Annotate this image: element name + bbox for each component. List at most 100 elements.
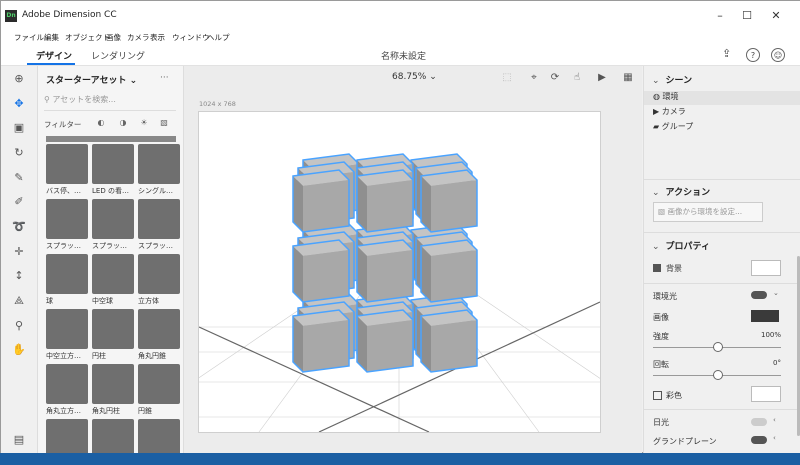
menu-view[interactable]: 表示 bbox=[150, 32, 165, 43]
filter-light-icon[interactable]: ☀ bbox=[139, 118, 149, 128]
cube-object[interactable] bbox=[420, 239, 478, 303]
asset-item[interactable] bbox=[46, 419, 88, 454]
assets-panel-title[interactable]: スターターアセット ⌄ bbox=[46, 73, 137, 86]
select-icon[interactable]: ✥ bbox=[10, 95, 28, 113]
asset-item[interactable]: シングル… bbox=[138, 144, 180, 196]
properties-section-header[interactable]: ⌄ プロパティ bbox=[644, 239, 800, 252]
scene-item-environment[interactable]: ◍ 環境 bbox=[644, 91, 800, 105]
camera-bookmark-icon[interactable]: ⌖ bbox=[527, 71, 541, 85]
scale-icon[interactable]: ↕ bbox=[10, 267, 28, 285]
cube-object[interactable] bbox=[420, 169, 478, 233]
zoom-icon[interactable]: ⚲ bbox=[10, 317, 28, 335]
background-color-swatch[interactable] bbox=[751, 260, 781, 276]
add-icon[interactable]: ⊕ bbox=[10, 70, 28, 88]
asset-item[interactable]: スプラッ… bbox=[46, 199, 88, 251]
cube-object[interactable] bbox=[420, 309, 478, 373]
tint-checkbox[interactable] bbox=[653, 391, 662, 400]
menu-help[interactable]: ヘルプ bbox=[207, 32, 230, 43]
actions-section-header[interactable]: ⌄ アクション bbox=[644, 185, 800, 198]
tab-design[interactable]: デザイン bbox=[36, 49, 72, 62]
camera-pan-icon[interactable]: ☝ bbox=[570, 71, 584, 85]
asset-item[interactable]: 角丸円錐 bbox=[138, 309, 180, 361]
menu-object[interactable]: オブジェクト bbox=[65, 32, 110, 43]
asset-item[interactable]: 円錐 bbox=[138, 364, 180, 416]
asset-item[interactable]: 中空球 bbox=[92, 254, 134, 306]
camera-orbit-icon[interactable]: ⟳ bbox=[548, 71, 562, 85]
filter-image-icon[interactable]: ▧ bbox=[159, 118, 169, 128]
asset-item[interactable]: バス停、… bbox=[46, 144, 88, 196]
asset-item[interactable]: スプラッ… bbox=[92, 199, 134, 251]
camera-dolly-icon[interactable]: ▶ bbox=[595, 71, 609, 85]
orbit-icon[interactable]: ↻ bbox=[10, 144, 28, 162]
environment-image-thumbnail[interactable] bbox=[751, 310, 779, 322]
cube-object[interactable] bbox=[292, 169, 350, 233]
canvas-size-label: 1024 x 768 bbox=[199, 100, 236, 108]
tint-color-swatch[interactable] bbox=[751, 386, 781, 402]
menu-camera[interactable]: カメラ bbox=[127, 32, 150, 43]
scene-canvas[interactable] bbox=[198, 111, 601, 433]
more-icon[interactable]: ··· bbox=[160, 73, 169, 83]
cube-object[interactable] bbox=[292, 309, 350, 373]
help-icon[interactable]: ? bbox=[746, 48, 760, 62]
perspective-icon[interactable]: ⟁ bbox=[10, 292, 28, 310]
active-tab-indicator bbox=[27, 63, 75, 65]
filter-material-icon[interactable]: ◑ bbox=[118, 118, 128, 128]
chevron-left-icon[interactable]: ‹ bbox=[773, 434, 776, 442]
asset-item[interactable]: 角丸立方… bbox=[46, 364, 88, 416]
minimize-button[interactable]: – bbox=[707, 7, 733, 25]
asset-thumbnail bbox=[138, 364, 180, 404]
asset-thumbnail bbox=[138, 419, 180, 454]
scene-item-camera[interactable]: ▶ カメラ bbox=[644, 106, 800, 120]
asset-label: 角丸円錐 bbox=[138, 352, 166, 360]
env-light-toggle[interactable] bbox=[751, 291, 767, 299]
archive-icon[interactable]: ▤ bbox=[10, 431, 28, 449]
feedback-icon[interactable]: ☺ bbox=[771, 48, 785, 62]
close-button[interactable]: ✕ bbox=[763, 7, 789, 25]
cube-object[interactable] bbox=[356, 169, 414, 233]
fit-icon[interactable]: ⬚ bbox=[500, 71, 514, 85]
tool-bar: ⊕ ✥ ▣ ↻ ✎ ✐ ➰ ✛ ↕ ⟁ ⚲ ✋ ▤ bbox=[1, 66, 38, 454]
chevron-down-icon[interactable]: ⌄ bbox=[773, 289, 779, 297]
intensity-slider-knob[interactable] bbox=[713, 342, 723, 352]
move-icon[interactable]: ✛ bbox=[10, 243, 28, 261]
asset-item[interactable] bbox=[92, 419, 134, 454]
menu-file[interactable]: ファイル bbox=[14, 32, 44, 43]
asset-item[interactable]: 円柱 bbox=[92, 309, 134, 361]
cube-object[interactable] bbox=[356, 309, 414, 373]
render-preview-icon[interactable]: ▦ bbox=[621, 71, 635, 85]
hand-icon[interactable]: ✋ bbox=[10, 341, 28, 359]
asset-item[interactable] bbox=[138, 419, 180, 454]
share-icon[interactable]: ⇪ bbox=[722, 47, 731, 60]
scene-item-group[interactable]: ▰ グループ bbox=[644, 121, 800, 135]
sunlight-toggle[interactable] bbox=[751, 418, 767, 426]
asset-label: スプラッ… bbox=[92, 242, 127, 250]
ground-plane-toggle[interactable] bbox=[751, 436, 767, 444]
menu-window[interactable]: ウィンドウ bbox=[172, 32, 210, 43]
magic-wand-icon[interactable]: ✎ bbox=[10, 169, 28, 187]
tab-render[interactable]: レンダリング bbox=[91, 49, 145, 62]
set-environment-from-image-button[interactable]: ▧ 画像から環境を設定... bbox=[653, 202, 763, 222]
cube-object[interactable] bbox=[292, 239, 350, 303]
filter-model-icon[interactable]: ◐ bbox=[96, 118, 106, 128]
menu-image[interactable]: 画像 bbox=[106, 32, 121, 43]
background-label: 背景 bbox=[666, 264, 682, 273]
zoom-level[interactable]: 68.75% ⌄ bbox=[392, 72, 437, 82]
asset-item[interactable]: 立方体 bbox=[138, 254, 180, 306]
sample-icon[interactable]: ✐ bbox=[10, 193, 28, 211]
chevron-left-icon[interactable]: ‹ bbox=[773, 416, 776, 424]
frame-icon[interactable]: ▣ bbox=[10, 119, 28, 137]
lasso-icon[interactable]: ➰ bbox=[10, 218, 28, 236]
scene-section-header[interactable]: ⌄ シーン bbox=[644, 73, 800, 86]
asset-thumbnail bbox=[92, 199, 134, 239]
asset-item[interactable]: 角丸円柱 bbox=[92, 364, 134, 416]
background-checkbox[interactable] bbox=[653, 264, 661, 272]
menu-edit[interactable]: 編集 bbox=[44, 32, 59, 43]
asset-search-input[interactable]: ⚲ アセットを検索... bbox=[44, 94, 176, 111]
asset-item[interactable]: スプラッ… bbox=[138, 199, 180, 251]
asset-item[interactable]: 中空立方… bbox=[46, 309, 88, 361]
cube-object[interactable] bbox=[356, 239, 414, 303]
asset-item[interactable]: LED の看… bbox=[92, 144, 134, 196]
asset-item[interactable]: 球 bbox=[46, 254, 88, 306]
rotation-slider-knob[interactable] bbox=[713, 370, 723, 380]
maximize-button[interactable]: ☐ bbox=[734, 7, 760, 25]
